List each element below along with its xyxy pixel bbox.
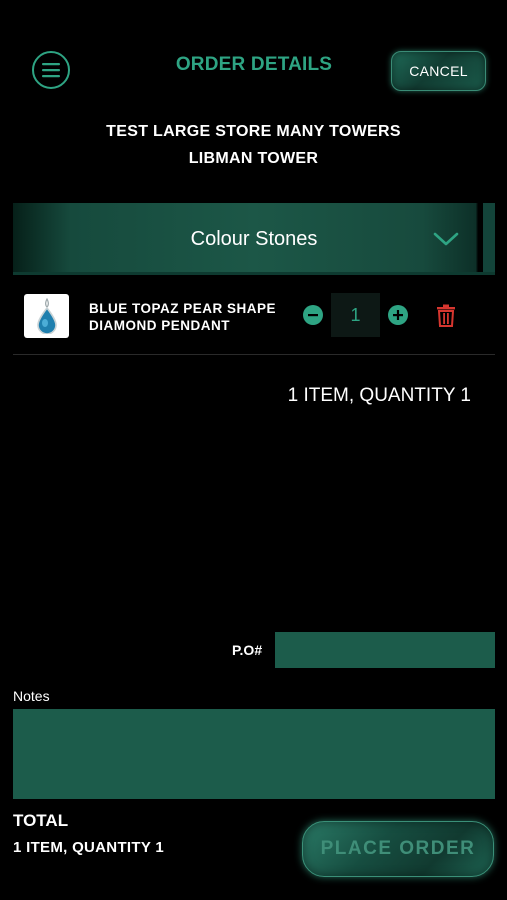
chevron-down-icon[interactable] — [433, 231, 459, 247]
decrease-quantity-button[interactable] — [303, 305, 323, 325]
po-label: P.O# — [232, 642, 263, 658]
trash-icon[interactable] — [436, 304, 456, 327]
tower-name: LIBMAN TOWER — [188, 150, 319, 167]
product-name-line1: BLUE TOPAZ PEAR SHAPE — [89, 301, 277, 316]
product-thumbnail — [24, 294, 69, 338]
store-name: TEST LARGE STORE MANY TOWERS — [106, 123, 401, 140]
category-dropdown-underline — [13, 272, 495, 275]
increase-quantity-button[interactable] — [388, 305, 408, 325]
pendant-image-icon — [36, 298, 57, 334]
row-divider — [13, 354, 495, 355]
place-order-button[interactable]: PLACE ORDER — [302, 821, 494, 877]
cancel-button[interactable]: CANCEL — [391, 51, 486, 91]
total-summary: 1 ITEM, QUANTITY 1 — [13, 839, 164, 856]
plus-icon — [393, 310, 403, 320]
product-name-line2: DIAMOND PENDANT — [89, 318, 230, 333]
page-title: ORDER DETAILS — [175, 54, 333, 75]
product-name: BLUE TOPAZ PEAR SHAPE DIAMOND PENDANT — [89, 300, 289, 334]
menu-button[interactable] — [32, 51, 70, 89]
notes-label: Notes — [13, 688, 50, 704]
po-number-input[interactable] — [275, 632, 495, 668]
notes-input[interactable] — [13, 709, 495, 799]
item-quantity-summary: 1 ITEM, QUANTITY 1 — [287, 385, 471, 406]
hamburger-menu-icon — [42, 63, 60, 78]
total-label: TOTAL — [13, 811, 69, 830]
minus-icon — [308, 314, 318, 317]
category-selected-label: Colour Stones — [190, 228, 318, 250]
quantity-field[interactable]: 1 — [331, 293, 380, 337]
